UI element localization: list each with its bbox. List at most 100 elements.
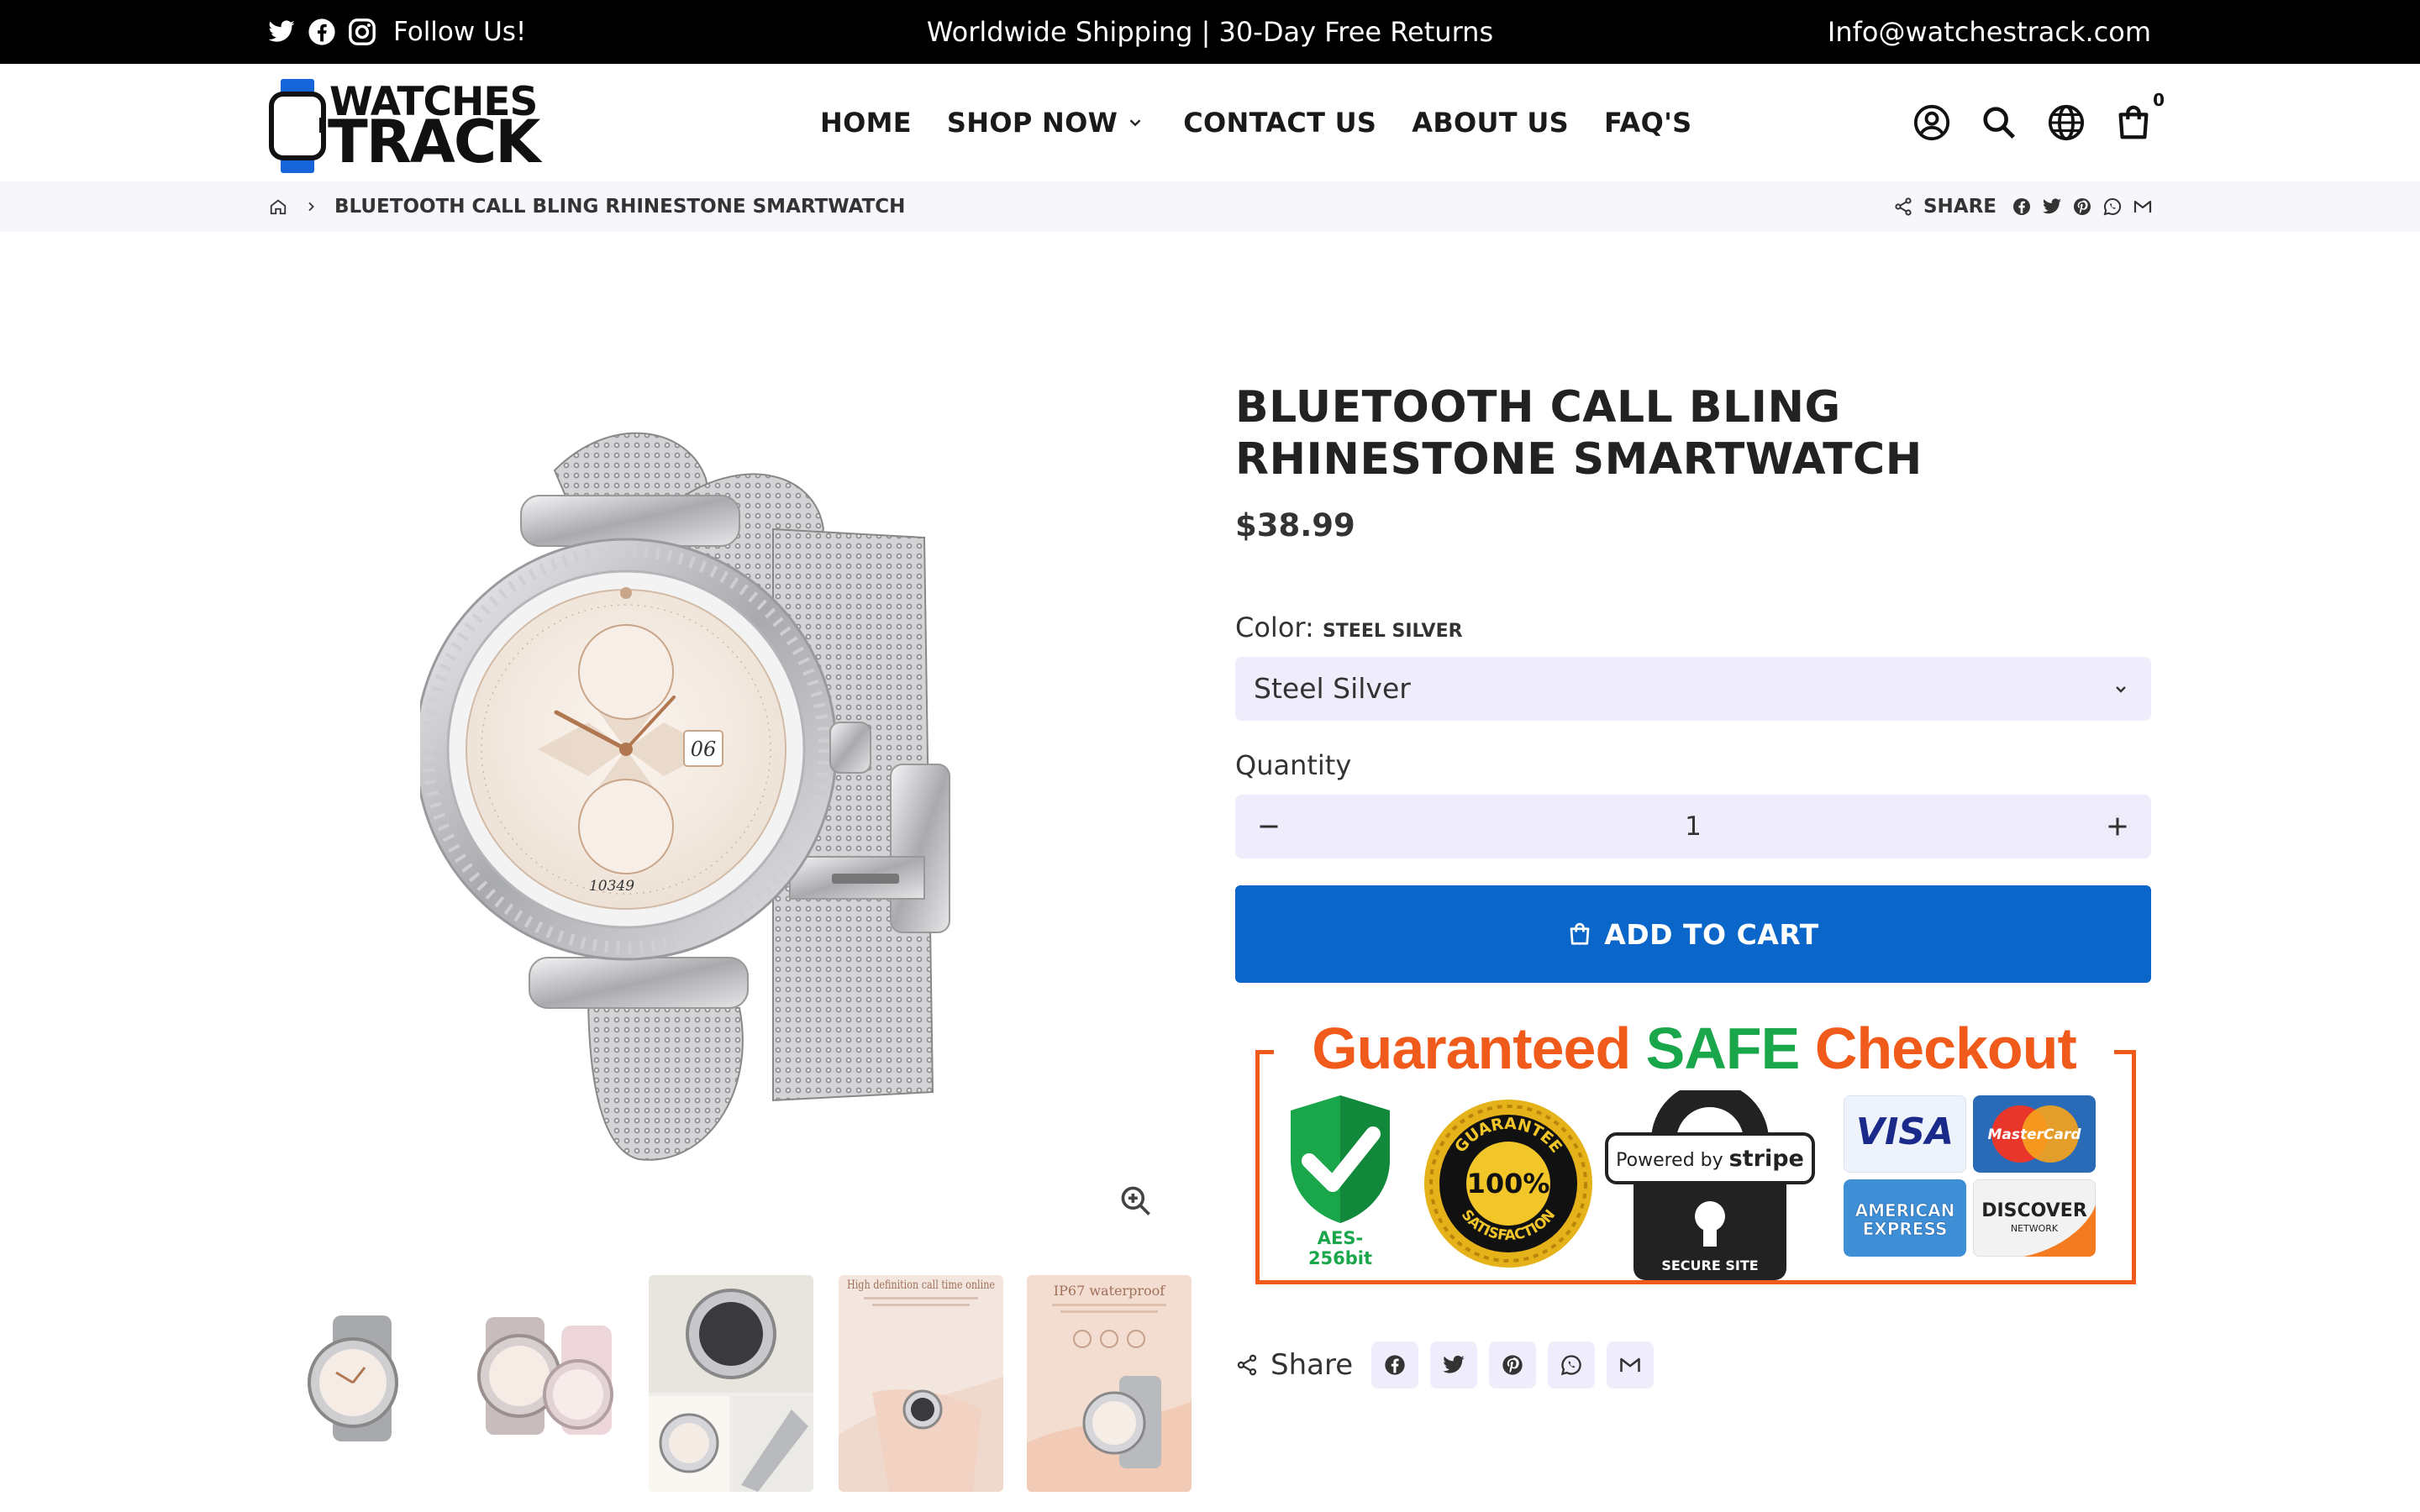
thumbnail-4[interactable]: High definition call time online [839, 1275, 1003, 1492]
contact-email-link[interactable]: Info@watchestrack.com [1828, 0, 2151, 64]
heading-word-safe: SAFE [1645, 1016, 1801, 1081]
share-twitter-button[interactable] [1430, 1341, 1478, 1389]
chevron-down-icon [1129, 119, 1141, 127]
pinterest-icon [1502, 1355, 1523, 1375]
mastercard-text: MasterCard [1987, 1126, 2081, 1143]
stripe-text: stripe [1729, 1146, 1804, 1172]
heading-word-checkout: Checkout [1814, 1016, 2077, 1081]
cart-icon [2118, 105, 2149, 139]
visa-card-icon: VISA [1844, 1095, 1966, 1173]
product-main-image[interactable]: 06 10349 [420, 420, 1059, 1176]
amex-text-2: EXPRESS [1863, 1219, 1948, 1239]
header-actions: 0 [1912, 64, 2165, 181]
thumbnail-3[interactable] [649, 1275, 813, 1492]
share-icon [1895, 197, 1912, 216]
watch-logo-icon [269, 79, 326, 173]
plus-icon[interactable] [2102, 811, 2133, 842]
nav-contact-us[interactable]: CONTACT US [1183, 107, 1376, 139]
logo[interactable]: WATCHES TRACK [269, 72, 540, 176]
logo-line2: TRACK [328, 108, 540, 176]
site-header: WATCHES TRACK HOME SHOP NOW CONTACT US A… [0, 64, 2420, 181]
main-nav: HOME SHOP NOW CONTACT US ABOUT US FAQ'S [820, 64, 1728, 181]
color-label-text: Color: [1235, 612, 1314, 643]
discover-text: DISCOVER [1981, 1200, 2087, 1221]
quantity-input[interactable]: 1 [1235, 795, 2151, 858]
mastercard-icon: MasterCard [1973, 1095, 2096, 1173]
shield-check-icon [1291, 1095, 1390, 1223]
email-icon [1620, 1357, 1640, 1373]
share-label: SHARE [1923, 196, 1996, 218]
secure-site-text: SECURE SITE [1661, 1257, 1758, 1273]
share-label: Share [1270, 1348, 1354, 1382]
facebook-icon[interactable] [2012, 197, 2032, 217]
guarantee-seal-icon: GUARANTEE 100% SATISFACTION [1424, 1100, 1592, 1268]
powered-by-text: Powered by [1616, 1150, 1723, 1171]
thumbnail-2[interactable] [460, 1275, 625, 1492]
email-icon[interactable] [2133, 197, 2153, 217]
share-email-button[interactable] [1607, 1341, 1655, 1389]
stripe-lock-icon: Powered by stripe SECURE SITE [1605, 1090, 1815, 1280]
share-icon [1237, 1354, 1257, 1376]
nav-about-us-label: ABOUT US [1412, 107, 1570, 139]
heading-word-guaranteed: Guaranteed [1312, 1016, 1631, 1081]
twitter-icon [1443, 1355, 1465, 1373]
safe-checkout-heading: Guaranteed SAFE Checkout [1255, 1015, 2133, 1082]
seal-percent: 100% [1467, 1168, 1550, 1200]
nav-contact-us-label: CONTACT US [1183, 107, 1377, 139]
nav-faqs[interactable]: FAQ'S [1604, 107, 1692, 139]
share-whatsapp-button[interactable] [1548, 1341, 1596, 1389]
globe-icon[interactable] [2047, 103, 2086, 142]
product-share: Share [1235, 1341, 1655, 1389]
color-select[interactable]: Steel Silver [1235, 657, 2151, 721]
add-to-cart-button[interactable]: ADD TO CART [1235, 885, 2151, 983]
nav-home-label: HOME [820, 107, 912, 139]
dial-date: 06 [691, 738, 717, 761]
powered-by-stripe-text: Powered by stripe [1616, 1146, 1804, 1172]
zoom-in-icon[interactable] [1118, 1183, 1155, 1220]
whatsapp-icon [1560, 1355, 1581, 1376]
aes-label: AES-256bit [1307, 1228, 1373, 1268]
twitter-icon[interactable] [2042, 197, 2062, 217]
nav-home[interactable]: HOME [820, 107, 912, 139]
discover-network-text: NETWORK [2011, 1223, 2059, 1234]
share-facebook-button[interactable] [1371, 1341, 1419, 1389]
cart-button[interactable]: 0 [2114, 90, 2165, 142]
thumbnail-5[interactable]: IP67 waterproof [1027, 1275, 1192, 1492]
breadcrumb: BLUETOOTH CALL BLING RHINESTONE SMARTWAT… [269, 181, 905, 232]
nav-shop-now-label: SHOP NOW [946, 107, 1118, 139]
color-select-value: Steel Silver [1254, 672, 1411, 705]
chevron-down-icon [2116, 686, 2126, 693]
home-icon[interactable] [269, 197, 287, 216]
quantity-stepper: 1 [1235, 795, 2151, 858]
whatsapp-icon[interactable] [2102, 197, 2123, 217]
pinterest-icon[interactable] [2072, 197, 2092, 217]
thumbnail-4-title: High definition call time online [847, 1278, 995, 1292]
nav-about-us[interactable]: ABOUT US [1412, 107, 1569, 139]
thumbnail-5-title: IP67 waterproof [1054, 1283, 1165, 1299]
cart-count: 0 [2153, 90, 2165, 110]
nav-faqs-label: FAQ'S [1604, 107, 1692, 139]
quantity-label: Quantity [1235, 749, 1352, 781]
breadcrumb-bar: BLUETOOTH CALL BLING RHINESTONE SMARTWAT… [0, 181, 2420, 232]
add-to-cart-label: ADD TO CART [1604, 917, 1819, 951]
color-label-value: STEEL SILVER [1322, 621, 1463, 642]
breadcrumb-share: SHARE [1893, 181, 2153, 232]
visa-text: VISA [1856, 1110, 1954, 1153]
thumbnail-1[interactable] [276, 1275, 440, 1492]
product-title: BLUETOOTH CALL BLING RHINESTONE SMARTWAT… [1235, 382, 1923, 485]
dial-steps: 10349 [589, 878, 634, 895]
nav-shop-now[interactable]: SHOP NOW [947, 107, 1144, 139]
announcement-bar: Follow Us! Worldwide Shipping | 30-Day F… [0, 0, 2420, 64]
share-pinterest-button[interactable] [1489, 1341, 1537, 1389]
safe-checkout-badge: Guaranteed SAFE Checkout AES-256bit GUAR… [1255, 1015, 2136, 1285]
color-option-label: Color: STEEL SILVER [1235, 612, 1463, 643]
shopping-bag-icon [1570, 922, 1590, 945]
amex-card-icon: AMERICAN EXPRESS [1844, 1179, 1966, 1257]
amex-text-1: AMERICAN [1855, 1200, 1955, 1221]
search-icon[interactable] [1980, 103, 2018, 142]
product-price: $38.99 [1235, 507, 1355, 543]
facebook-icon [1385, 1355, 1405, 1375]
breadcrumb-current: BLUETOOTH CALL BLING RHINESTONE SMARTWAT… [334, 196, 906, 218]
account-icon[interactable] [1912, 103, 1951, 142]
chevron-right-icon [308, 202, 314, 212]
